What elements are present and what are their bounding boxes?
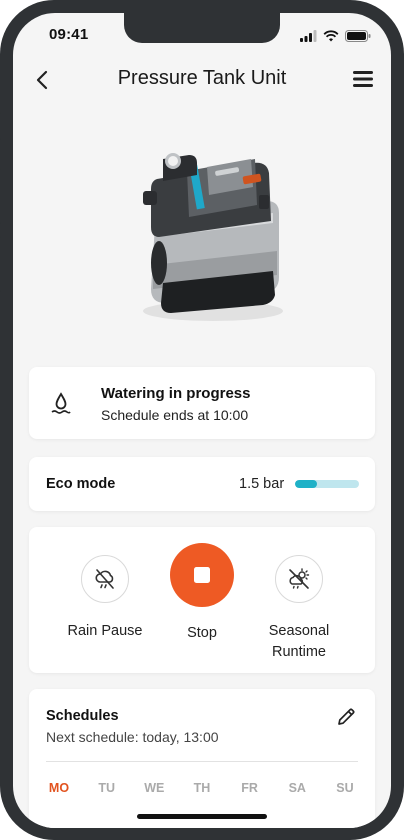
- pressure-bar: [295, 480, 359, 488]
- seasonal-runtime-label: Seasonal Runtime: [244, 621, 354, 663]
- pressure-bar-fill: [295, 480, 318, 488]
- edit-schedules-button[interactable]: [335, 706, 357, 728]
- rain-pause-circle: [81, 555, 129, 603]
- seasonal-runtime-label-line1: Seasonal: [268, 623, 330, 639]
- day-tab-fr[interactable]: FR: [237, 781, 263, 795]
- wifi-icon: [323, 30, 339, 42]
- cellular-signal-icon: [300, 30, 317, 42]
- eco-mode-label: Eco mode: [46, 476, 116, 492]
- sun-rain-off-icon: [289, 568, 310, 589]
- notch: [124, 13, 280, 43]
- actions-card: Rain Pause Stop Seasonal Runtime: [29, 527, 375, 673]
- next-schedule: Next schedule: today, 13:00: [46, 729, 219, 745]
- pencil-icon: [338, 708, 355, 725]
- seasonal-runtime-button[interactable]: Seasonal Runtime: [244, 539, 354, 663]
- day-tab-we[interactable]: WE: [141, 781, 167, 795]
- day-tab-su[interactable]: SU: [332, 781, 358, 795]
- volume-down-button: [0, 236, 1, 292]
- eco-mode-card[interactable]: Eco mode 1.5 bar: [29, 457, 375, 511]
- watering-status-card[interactable]: Watering in progress Schedule ends at 10…: [29, 367, 375, 439]
- stop-button[interactable]: Stop: [147, 539, 257, 644]
- day-tab-mo[interactable]: MO: [46, 781, 72, 795]
- stop-icon: [194, 567, 210, 583]
- status-title: Watering in progress: [101, 385, 251, 402]
- header: Pressure Tank Unit: [13, 61, 391, 97]
- home-indicator[interactable]: [137, 814, 267, 819]
- day-tab-tu[interactable]: TU: [94, 781, 120, 795]
- pressure-value: 1.5 bar: [239, 476, 285, 492]
- mute-switch: [0, 112, 1, 140]
- menu-button[interactable]: [351, 68, 377, 92]
- stop-label: Stop: [187, 625, 217, 641]
- seasonal-runtime-label-line2: Runtime: [272, 644, 326, 660]
- status-subtitle: Schedule ends at 10:00: [101, 407, 249, 423]
- pump-product-image: [143, 153, 283, 321]
- rain-off-icon: [95, 569, 114, 589]
- hamburger-menu-icon: [353, 71, 373, 87]
- day-selector: MO TU WE TH FR SA SU: [46, 781, 358, 795]
- status-time: 09:41: [49, 26, 89, 43]
- schedules-card: Schedules Next schedule: today, 13:00 MO…: [29, 689, 375, 828]
- schedules-title: Schedules: [46, 708, 119, 724]
- day-tab-th[interactable]: TH: [189, 781, 215, 795]
- rain-pause-button[interactable]: Rain Pause: [50, 539, 160, 642]
- screen: 09:41 Pressure Tank Unit Watering in pro…: [13, 13, 391, 828]
- stop-circle: [170, 543, 234, 607]
- page-title: Pressure Tank Unit: [117, 67, 287, 89]
- volume-up-button: [0, 168, 1, 224]
- day-tab-sa[interactable]: SA: [284, 781, 310, 795]
- seasonal-runtime-circle: [275, 555, 323, 603]
- schedules-divider: [46, 761, 358, 762]
- water-drop-icon: [51, 392, 71, 414]
- rain-pause-label: Rain Pause: [67, 623, 143, 639]
- phone-frame: 09:41 Pressure Tank Unit Watering in pro…: [0, 0, 404, 840]
- status-icons: [300, 29, 371, 43]
- battery-icon: [345, 30, 371, 42]
